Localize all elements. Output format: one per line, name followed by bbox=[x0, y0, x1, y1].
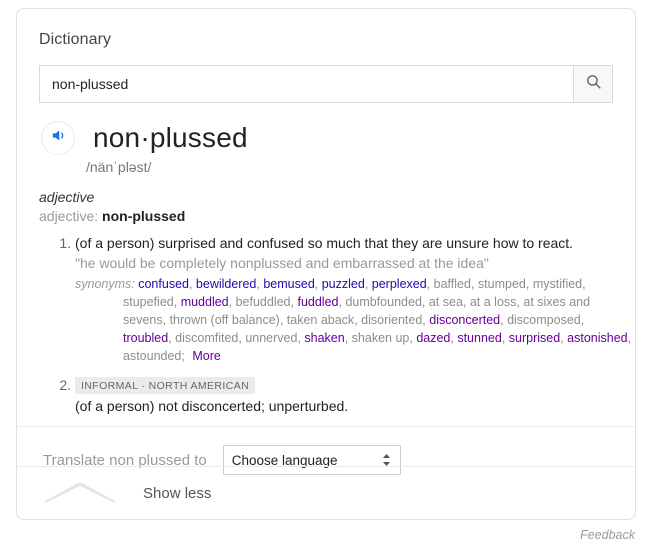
synonym-separator: , bbox=[228, 294, 236, 309]
headword-row: non·plussed bbox=[41, 121, 635, 155]
synonym-separator: , bbox=[188, 276, 196, 291]
page-title: Dictionary bbox=[39, 31, 112, 48]
synonym-separator: , bbox=[344, 331, 352, 346]
synonyms-block: synonyms: confused, bewildered, bemused,… bbox=[75, 275, 635, 366]
synonym-separator: , bbox=[314, 276, 322, 291]
synonyms-more-link[interactable]: More bbox=[192, 349, 220, 363]
synonym-item[interactable]: stunned bbox=[457, 331, 501, 345]
synonym-item[interactable]: disconcerted bbox=[429, 313, 500, 327]
synonym-separator: , bbox=[627, 331, 632, 346]
search-button[interactable] bbox=[573, 65, 613, 103]
show-less-label: Show less bbox=[143, 484, 212, 502]
search-bar bbox=[39, 65, 613, 103]
synonym-item[interactable]: puzzled bbox=[322, 277, 365, 291]
show-less-button[interactable]: Show less bbox=[17, 466, 635, 519]
synonym-item[interactable]: perplexed bbox=[372, 277, 427, 291]
synonym-item[interactable]: confused bbox=[138, 277, 189, 291]
synonym-item: astounded bbox=[123, 349, 182, 364]
synonym-item: stumped bbox=[477, 276, 526, 291]
synonym-separator: , bbox=[462, 294, 470, 309]
phonetic-transcription: /nänˈpləst/ bbox=[86, 159, 152, 175]
search-input[interactable] bbox=[39, 65, 573, 103]
sense-item: INFORMAL · NORTH AMERICAN (of a person) … bbox=[75, 377, 635, 414]
synonym-separator: , bbox=[525, 276, 533, 291]
synonym-separator: , bbox=[582, 276, 586, 291]
feedback-link[interactable]: Feedback bbox=[580, 528, 635, 542]
synonym-item: at a loss bbox=[469, 294, 517, 309]
synonym-item[interactable]: bewildered bbox=[196, 277, 256, 291]
synonym-separator: , bbox=[279, 313, 287, 328]
synonym-item: taken aback bbox=[286, 313, 355, 328]
synonym-item: discomposed bbox=[507, 313, 581, 328]
part-of-speech-block: adjective adjective: non-plussed bbox=[39, 189, 635, 224]
register-badge: INFORMAL · NORTH AMERICAN bbox=[75, 377, 256, 395]
synonym-item[interactable]: dazed bbox=[416, 331, 450, 345]
part-of-speech-headword-line: adjective: non-plussed bbox=[39, 208, 635, 224]
synonym-item[interactable]: astonished bbox=[567, 331, 627, 345]
synonym-item[interactable]: shaken bbox=[304, 331, 344, 345]
synonym-item: unnerved bbox=[245, 331, 298, 346]
synonym-separator: ; bbox=[181, 349, 185, 364]
sense-definition: (of a person) not disconcerted; unpertur… bbox=[75, 398, 349, 415]
synonym-item: dumbfounded bbox=[345, 294, 422, 309]
synonym-item[interactable]: fuddled bbox=[297, 295, 338, 309]
part-of-speech: adjective bbox=[39, 189, 95, 205]
synonym-item: stupefied bbox=[123, 294, 174, 309]
speaker-icon bbox=[50, 127, 67, 149]
synonym-separator: , bbox=[470, 276, 478, 291]
synonym-separator: , bbox=[162, 313, 170, 328]
synonyms-label: synonyms: bbox=[75, 276, 135, 291]
synonym-item[interactable]: bemused bbox=[263, 277, 314, 291]
search-icon bbox=[585, 73, 602, 95]
synonym-item: disoriented bbox=[361, 313, 423, 328]
synonym-separator: , bbox=[501, 331, 509, 346]
synonym-item[interactable]: muddled bbox=[181, 295, 229, 309]
headword: non·plussed bbox=[93, 122, 248, 153]
synonym-separator: , bbox=[421, 294, 429, 309]
synonym-item: thrown (off balance) bbox=[169, 313, 280, 328]
synonym-separator: , bbox=[580, 313, 585, 328]
synonym-separator: , bbox=[173, 294, 181, 309]
synonym-item: baffled bbox=[433, 276, 471, 291]
synonym-item[interactable]: surprised bbox=[509, 331, 560, 345]
senses-list: (of a person) surprised and confused so … bbox=[17, 234, 635, 414]
synonym-separator: , bbox=[426, 276, 434, 291]
pronounce-audio-button[interactable] bbox=[41, 121, 75, 155]
synonym-separator: , bbox=[364, 276, 372, 291]
chevron-up-icon bbox=[43, 478, 117, 509]
synonym-item: shaken up bbox=[351, 331, 410, 346]
synonym-item: mystified bbox=[532, 276, 583, 291]
sense-example: "he would be completely nonplussed and e… bbox=[75, 254, 489, 271]
synonym-item: discomfited bbox=[175, 331, 239, 346]
pos-line-word: non-plussed bbox=[102, 208, 186, 224]
sense-definition: (of a person) surprised and confused so … bbox=[75, 235, 574, 251]
synonym-item[interactable]: troubled bbox=[123, 331, 168, 345]
pos-line-prefix: adjective: bbox=[39, 208, 99, 224]
sense-item: (of a person) surprised and confused so … bbox=[75, 234, 635, 365]
synonym-item: befuddled bbox=[235, 294, 291, 309]
dictionary-card: Dictionary non·plussed /nänˈpləst/ bbox=[16, 8, 636, 520]
synonym-item: at sea bbox=[428, 294, 463, 309]
